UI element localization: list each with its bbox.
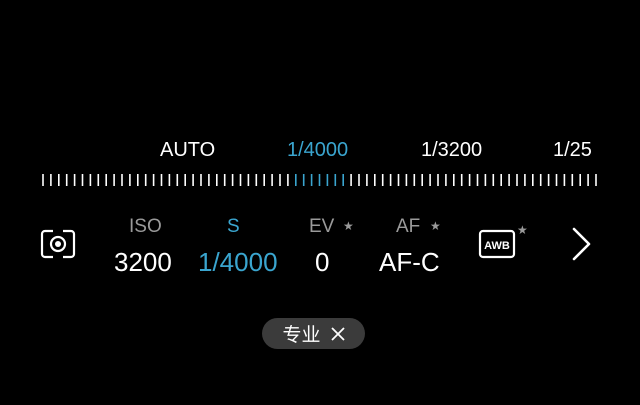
exposure-label: EV (309, 216, 335, 237)
exposure-value: 0 (315, 247, 330, 277)
focus-mode-star-icon: ★ (430, 219, 441, 233)
scale-label-1-3200[interactable]: 1/3200 (421, 138, 482, 162)
shutter-scale-slider[interactable] (42, 172, 602, 188)
camera-mode-icon[interactable] (40, 229, 76, 259)
shutter-scale-labels: AUTO 1/4000 1/3200 1/25 (0, 138, 640, 162)
close-icon[interactable] (330, 326, 345, 341)
awb-icon[interactable]: AWB (478, 229, 516, 259)
scale-label-1-25[interactable]: 1/25 (553, 138, 592, 162)
scale-label-auto[interactable]: AUTO (160, 138, 215, 162)
scale-label-selected[interactable]: 1/4000 (287, 138, 348, 162)
pro-mode-chip[interactable]: 专业 (262, 318, 365, 349)
pro-mode-controls: ISO 3200 S 1/4000 EV ★ 0 AF ★ AF-C AWB ★ (0, 212, 640, 282)
awb-star-icon: ★ (517, 223, 528, 237)
iso-value: 3200 (114, 247, 172, 277)
iso-label: ISO (129, 216, 162, 237)
shutter-speed-label: S (227, 216, 240, 237)
exposure-star-icon: ★ (343, 219, 354, 233)
pro-mode-chip-label: 专业 (282, 324, 321, 346)
focus-mode-label: AF (396, 216, 421, 237)
focus-mode-value: AF-C (379, 247, 440, 277)
shutter-speed-value: 1/4000 (198, 247, 278, 277)
awb-icon-label: AWB (484, 240, 510, 252)
chevron-right-icon[interactable] (569, 226, 593, 262)
